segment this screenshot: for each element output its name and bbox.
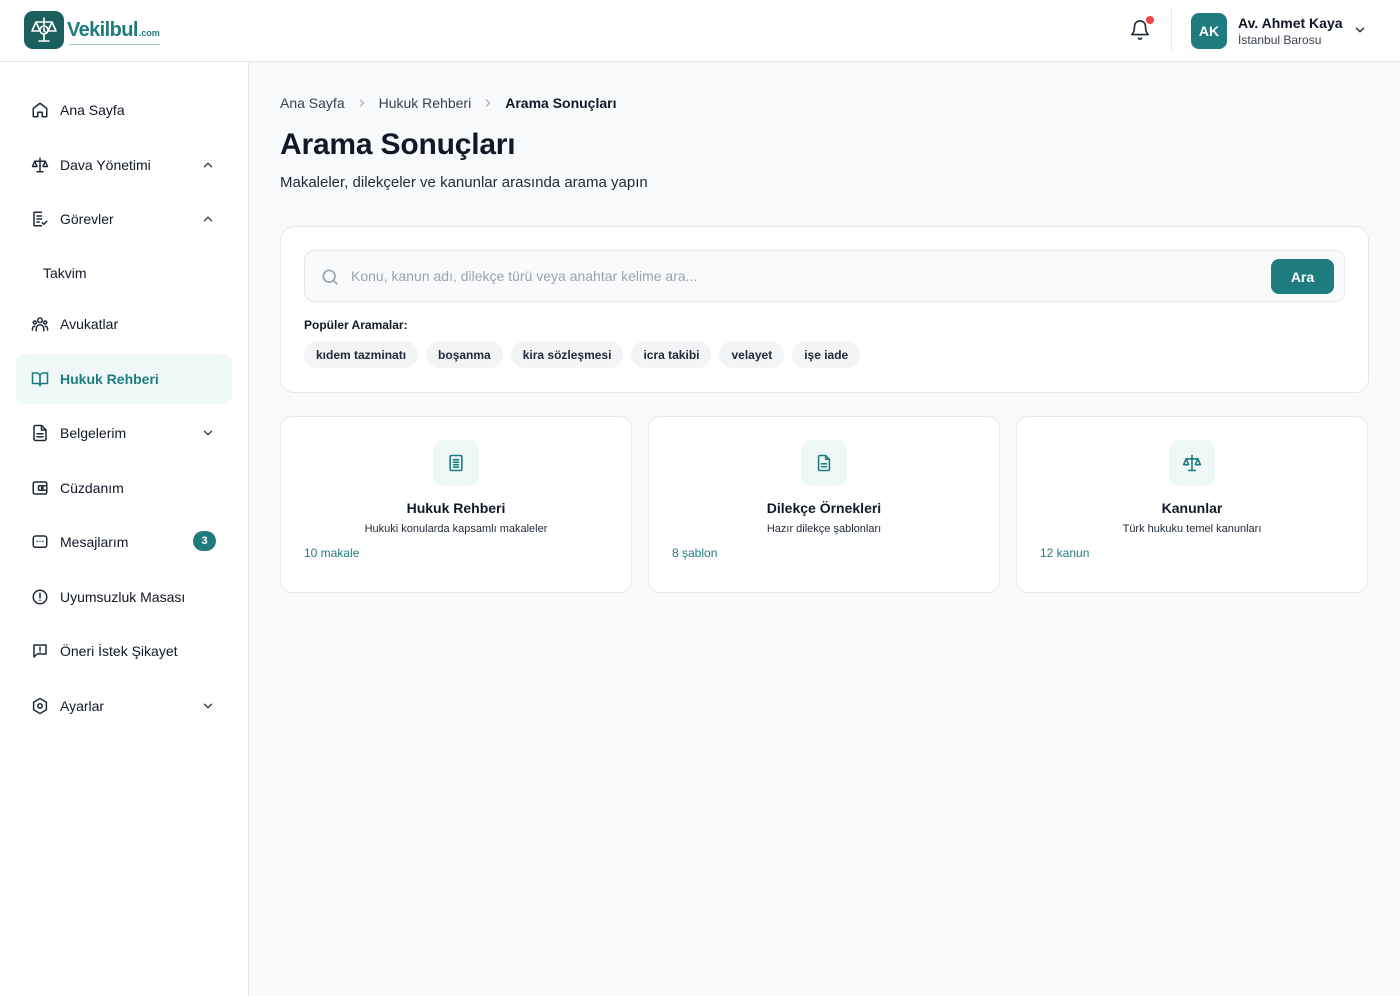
users-icon — [31, 315, 49, 333]
sidebar-item-dava-yonetimi[interactable]: Dava Yönetimi — [16, 140, 232, 190]
sidebar-item-label: Mesajlarım — [60, 534, 129, 550]
brand-wordmark: Vekilbul .com — [67, 18, 160, 45]
search-icon — [320, 267, 340, 287]
user-name: Av. Ahmet Kaya — [1238, 15, 1343, 31]
category-card-kanunlar[interactable]: Kanunlar Türk hukuku temel kanunları 12 … — [1016, 416, 1368, 593]
sidebar-item-belgelerim[interactable]: Belgelerim — [16, 408, 232, 458]
popular-tag[interactable]: kira sözleşmesi — [510, 341, 624, 368]
sidebar-item-cuzdanim[interactable]: Cüzdanım — [16, 463, 232, 513]
sidebar-item-label: Ayarlar — [60, 698, 105, 714]
popular-searches-label: Popüler Aramalar: — [304, 318, 408, 332]
search-card: Ara Popüler Aramalar: kıdem tazminatı bo… — [280, 226, 1369, 393]
sidebar-item-mesajlarim[interactable]: Mesajlarım 3 — [16, 517, 232, 567]
sidebar-item-label: Uyumsuzluk Masası — [60, 589, 186, 605]
book-icon — [31, 370, 49, 388]
chevron-right-icon — [482, 97, 494, 109]
home-icon — [31, 101, 49, 119]
main-content: Ana Sayfa Hukuk Rehberi Arama Sonuçları … — [249, 62, 1400, 996]
category-description: Türk hukuku temel kanunları — [1122, 523, 1262, 535]
gear-icon — [31, 697, 49, 715]
brand-tld: .com — [138, 27, 160, 38]
task-list-icon — [31, 210, 49, 228]
sidebar-item-oneri-istek-sikayet[interactable]: Öneri İstek Şikayet — [16, 626, 232, 676]
header-divider — [1171, 8, 1172, 52]
unread-count-badge: 3 — [193, 531, 216, 551]
category-count: 10 makale — [304, 546, 360, 560]
sidebar-item-uyumsuzluk-masasi[interactable]: Uyumsuzluk Masası — [16, 572, 232, 622]
top-header: Vekilbul .com AK Av. Ahmet Kaya İstanbul… — [0, 0, 1400, 62]
category-title: Dilekçe Örnekleri — [766, 500, 882, 516]
breadcrumb-current: Arama Sonuçları — [505, 95, 617, 111]
sidebar-item-hukuk-rehberi[interactable]: Hukuk Rehberi — [16, 354, 232, 404]
popular-tag[interactable]: boşanma — [426, 341, 503, 368]
logo-scale-icon — [24, 11, 64, 49]
sidebar-item-ana-sayfa[interactable]: Ana Sayfa — [16, 85, 232, 135]
sidebar-item-avukatlar[interactable]: Avukatlar — [16, 299, 232, 349]
sidebar-item-gorevler[interactable]: Görevler — [16, 194, 232, 244]
popular-tag[interactable]: icra takibi — [631, 341, 712, 368]
chevron-down-icon[interactable] — [201, 699, 215, 713]
sidebar-item-label: Cüzdanım — [60, 480, 124, 496]
sidebar-item-label: Öneri İstek Şikayet — [60, 643, 178, 659]
article-icon — [433, 440, 479, 486]
avatar[interactable]: AK — [1191, 13, 1227, 49]
category-count: 12 kanun — [1040, 546, 1090, 560]
notification-dot — [1146, 16, 1154, 24]
sidebar-item-label: Belgelerim — [60, 425, 127, 441]
breadcrumb: Ana Sayfa Hukuk Rehberi Arama Sonuçları — [280, 95, 616, 111]
category-description: Hazır dilekçe şablonları — [766, 523, 882, 535]
feedback-icon — [31, 642, 49, 660]
breadcrumb-ana-sayfa[interactable]: Ana Sayfa — [280, 95, 345, 111]
category-title: Kanunlar — [1161, 500, 1223, 516]
user-organization: İstanbul Barosu — [1238, 33, 1322, 47]
category-card-dilekce-ornekleri[interactable]: Dilekçe Örnekleri Hazır dilekçe şablonla… — [648, 416, 1000, 593]
chevron-up-icon[interactable] — [201, 158, 215, 172]
breadcrumb-hukuk-rehberi[interactable]: Hukuk Rehberi — [379, 95, 472, 111]
file-text-icon — [801, 440, 847, 486]
category-card-hukuk-rehberi[interactable]: Hukuk Rehberi Hukuki konularda kapsamlı … — [280, 416, 632, 593]
category-count: 8 şablon — [672, 546, 718, 560]
sidebar-item-ayarlar[interactable]: Ayarlar — [16, 681, 232, 731]
category-title: Hukuk Rehberi — [406, 500, 506, 516]
scale-icon — [1169, 440, 1215, 486]
sidebar: Ana Sayfa Dava Yönetimi Görevler Takvim … — [0, 62, 249, 996]
popular-tag[interactable]: işe iade — [792, 341, 861, 368]
sidebar-item-label: Dava Yönetimi — [60, 157, 151, 173]
sidebar-item-label: Ana Sayfa — [60, 102, 125, 118]
search-button[interactable]: Ara — [1271, 259, 1334, 294]
page-title: Arama Sonuçları — [280, 128, 516, 161]
sidebar-item-label: Hukuk Rehberi — [60, 371, 159, 387]
category-description: Hukuki konularda kapsamlı makaleler — [364, 523, 548, 535]
brand-underline — [69, 43, 160, 45]
brand-name: Vekilbul — [67, 18, 138, 41]
sidebar-subitem-takvim[interactable]: Takvim — [43, 265, 87, 281]
page-subtitle: Makaleler, dilekçeler ve kanunlar arasın… — [280, 174, 648, 191]
chevron-right-icon — [356, 97, 368, 109]
brand-logo[interactable]: Vekilbul .com — [24, 11, 160, 49]
document-icon — [31, 424, 49, 442]
popular-tag[interactable]: kıdem tazminatı — [304, 341, 419, 368]
chevron-up-icon[interactable] — [201, 212, 215, 226]
sidebar-item-label: Avukatlar — [60, 316, 119, 332]
alert-circle-icon — [31, 588, 49, 606]
wallet-icon — [31, 479, 49, 497]
popular-searches: kıdem tazminatı boşanma kira sözleşmesi … — [304, 341, 861, 368]
search-input[interactable] — [351, 259, 1251, 293]
search-box: Ara — [304, 250, 1345, 302]
chevron-down-icon[interactable] — [201, 426, 215, 440]
chevron-down-icon[interactable] — [1353, 23, 1367, 37]
sidebar-item-label: Görevler — [60, 211, 114, 227]
popular-tag[interactable]: velayet — [719, 341, 785, 368]
message-icon — [31, 533, 49, 551]
scale-icon — [31, 156, 49, 174]
